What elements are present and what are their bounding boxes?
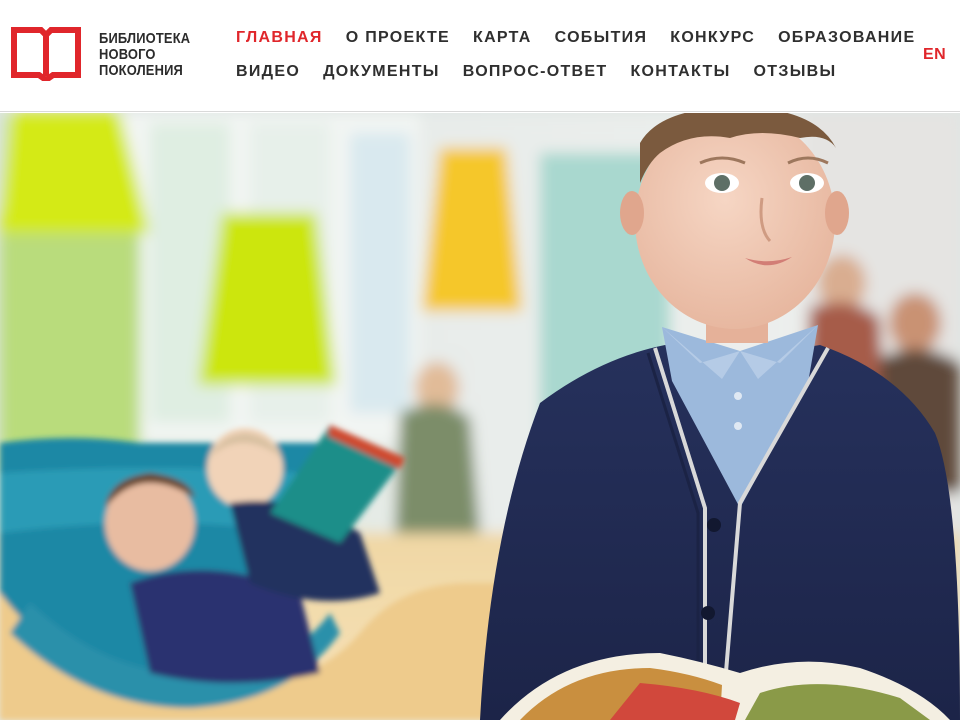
nav-item-education[interactable]: ОБРАЗОВАНИЕ <box>778 27 915 49</box>
logo-line-1: БИБЛИОТЕКА <box>99 29 191 47</box>
hero-banner <box>0 113 960 720</box>
nav-item-home[interactable]: ГЛАВНАЯ <box>236 27 323 49</box>
nav-item-events[interactable]: СОБЫТИЯ <box>555 27 648 49</box>
nav-row-1: ГЛАВНАЯ О ПРОЕКТЕ КАРТА СОБЫТИЯ КОНКУРС … <box>236 27 914 49</box>
nav-item-contacts[interactable]: КОНТАКТЫ <box>630 61 730 83</box>
site-header: БИБЛИОТЕКА НОВОГО ПОКОЛЕНИЯ ГЛАВНАЯ О ПР… <box>0 0 960 112</box>
hero-photo <box>0 113 960 720</box>
nav-row-2: ВИДЕО ДОКУМЕНТЫ ВОПРОС-ОТВЕТ КОНТАКТЫ ОТ… <box>236 61 896 83</box>
site-logo[interactable]: БИБЛИОТЕКА НОВОГО ПОКОЛЕНИЯ <box>10 26 205 81</box>
logo-wordmark: БИБЛИОТЕКА НОВОГО ПОКОЛЕНИЯ <box>99 29 191 79</box>
nav-item-map[interactable]: КАРТА <box>473 27 532 49</box>
logo-line-2: НОВОГО <box>99 45 156 63</box>
nav-item-video[interactable]: ВИДЕО <box>236 61 300 83</box>
nav-item-faq[interactable]: ВОПРОС-ОТВЕТ <box>463 61 608 83</box>
language-switch-en[interactable]: EN <box>923 44 946 66</box>
logo-line-3: ПОКОЛЕНИЯ <box>99 61 183 79</box>
nav-item-reviews[interactable]: ОТЗЫВЫ <box>754 61 837 83</box>
nav-item-about[interactable]: О ПРОЕКТЕ <box>346 27 450 49</box>
open-book-icon <box>11 27 81 81</box>
main-nav: ГЛАВНАЯ О ПРОЕКТЕ КАРТА СОБЫТИЯ КОНКУРС … <box>236 27 914 95</box>
nav-item-documents[interactable]: ДОКУМЕНТЫ <box>323 61 440 83</box>
nav-item-contest[interactable]: КОНКУРС <box>670 27 755 49</box>
